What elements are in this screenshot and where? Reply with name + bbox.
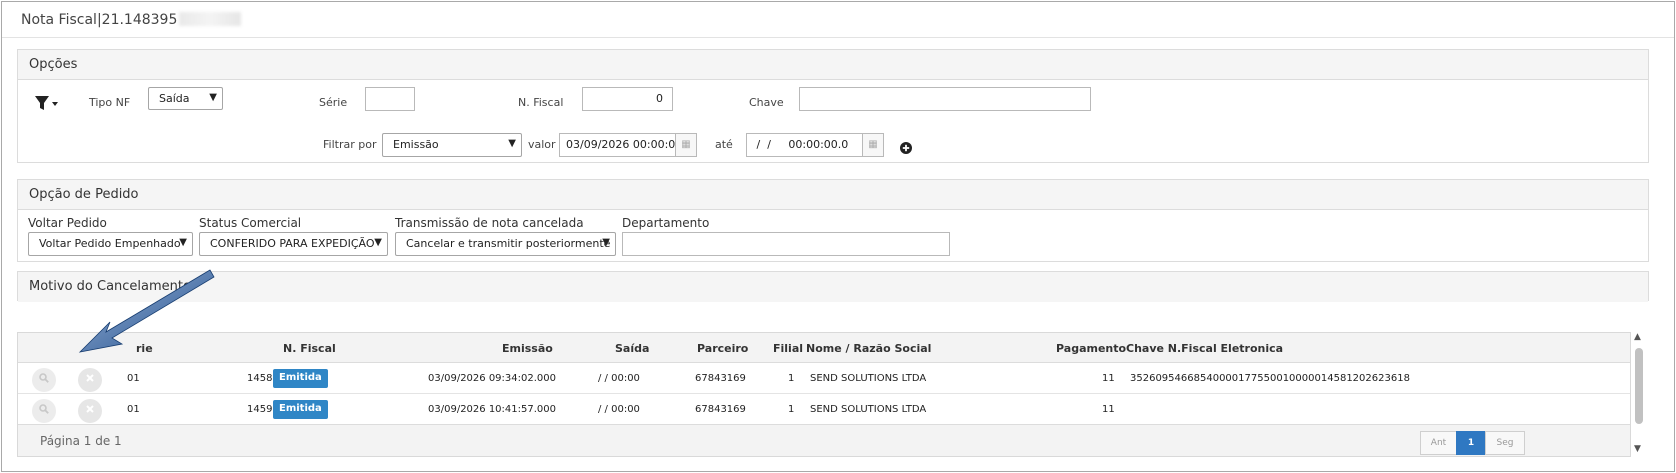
cell-nome: SEND SOLUTIONS LTDA	[810, 373, 927, 384]
col-nome[interactable]: Nome / Razão Social	[806, 342, 931, 355]
voltar-pedido-label: Voltar Pedido	[28, 216, 107, 230]
chave-input[interactable]	[799, 87, 1091, 111]
cell-serie: 01	[127, 373, 140, 384]
voltar-pedido-value: Voltar Pedido Empenhado	[39, 237, 181, 250]
notas-grid: rie N. Fiscal Emissão Saída Parceiro Fil…	[17, 332, 1631, 457]
chevron-down-icon: ▼	[179, 237, 187, 248]
tipo-nf-select[interactable]: Saída ▼	[148, 87, 223, 110]
filtrar-por-value: Emissão	[393, 138, 439, 151]
cell-parceiro: 67843169	[695, 373, 746, 384]
filtrar-por-label: Filtrar por	[323, 138, 377, 151]
cell-filial: 1	[788, 404, 795, 415]
table-row[interactable]: 01 1458 Emitida 03/09/2026 09:34:02.000 …	[18, 363, 1630, 394]
chevron-down-icon: ▼	[508, 138, 516, 149]
voltar-pedido-select[interactable]: Voltar Pedido Empenhado ▼	[28, 232, 193, 256]
page-1-button[interactable]: 1	[1456, 431, 1486, 455]
filter-icon[interactable]	[34, 94, 60, 112]
grid-footer: Página 1 de 1 Ant 1 Seg	[18, 424, 1630, 456]
grid-header: rie N. Fiscal Emissão Saída Parceiro Fil…	[18, 333, 1630, 363]
cancel-button[interactable]	[78, 399, 102, 423]
chave-label: Chave	[749, 96, 784, 109]
cell-pagamento: 11	[1102, 404, 1115, 415]
cell-serie: 01	[127, 404, 140, 415]
opcoes-header: Opções	[18, 50, 1648, 80]
close-icon	[86, 405, 94, 413]
grid-scrollbar[interactable]: ▲ ▼	[1633, 332, 1645, 457]
cell-saida: / / 00:00	[598, 373, 640, 384]
col-parceiro[interactable]: Parceiro	[697, 342, 748, 355]
status-comercial-value: CONFERIDO PARA EXPEDIÇÃO	[210, 237, 375, 250]
cell-emissao: 03/09/2026 09:34:02.000	[428, 373, 556, 384]
search-icon	[39, 404, 49, 414]
cell-saida: / / 00:00	[598, 404, 640, 415]
view-button[interactable]	[32, 368, 56, 392]
scroll-down-icon[interactable]: ▼	[1634, 444, 1641, 454]
col-emissao[interactable]: Emissão	[502, 342, 553, 355]
transmissao-value: Cancelar e transmitir posteriormente	[406, 237, 611, 250]
departamento-input[interactable]	[622, 232, 950, 256]
window-frame: Nota Fiscal|21.148395 Opções Tipo NF Saí…	[1, 1, 1675, 472]
page-info: Página 1 de 1	[40, 434, 122, 448]
n-fiscal-label: N. Fiscal	[518, 96, 564, 109]
search-icon	[39, 373, 49, 383]
title-bar: Nota Fiscal|21.148395	[2, 2, 1674, 38]
valor-label: valor	[528, 138, 556, 151]
view-button[interactable]	[32, 399, 56, 423]
window-title-text: Nota Fiscal|21.148395	[21, 12, 178, 28]
status-comercial-select[interactable]: CONFERIDO PARA EXPEDIÇÃO ▼	[199, 232, 388, 256]
n-fiscal-input[interactable]: 0	[582, 87, 673, 111]
chevron-down-icon: ▼	[602, 237, 610, 248]
calendar-icon[interactable]: ▦	[862, 133, 884, 157]
transmissao-select[interactable]: Cancelar e transmitir posteriormente ▼	[395, 232, 616, 256]
prev-page-button[interactable]: Ant	[1420, 431, 1457, 455]
cell-n-fiscal: 1458	[247, 373, 273, 384]
serie-input[interactable]	[365, 87, 415, 111]
opcao-pedido-panel: Opção de Pedido Voltar Pedido Voltar Ped…	[17, 179, 1649, 262]
scroll-up-icon[interactable]: ▲	[1634, 332, 1641, 342]
cell-chave: 3526095466854000017755001000001458120262…	[1130, 373, 1410, 384]
tipo-nf-label: Tipo NF	[89, 96, 131, 109]
opcoes-panel: Opções Tipo NF Saída ▼ Série N. Fiscal 0…	[17, 49, 1649, 163]
col-pagamento[interactable]: Pagamento	[1056, 342, 1126, 355]
cancel-button[interactable]	[78, 368, 102, 392]
scroll-thumb[interactable]	[1635, 348, 1643, 424]
departamento-label: Departamento	[622, 216, 710, 230]
col-n-fiscal[interactable]: N. Fiscal	[283, 342, 336, 355]
cell-filial: 1	[788, 373, 795, 384]
window-title: Nota Fiscal|21.148395	[21, 12, 242, 28]
cell-nome: SEND SOLUTIONS LTDA	[810, 404, 927, 415]
col-chave[interactable]: Chave N.Fiscal Eletronica	[1126, 342, 1283, 355]
serie-label: Série	[319, 96, 348, 109]
cell-emissao: 03/09/2026 10:41:57.000	[428, 404, 556, 415]
motivo-header: Motivo do Cancelamento	[18, 272, 1648, 302]
annotation-arrow-icon	[78, 269, 215, 353]
col-saida[interactable]: Saída	[615, 342, 649, 355]
status-comercial-label: Status Comercial	[199, 216, 302, 230]
col-filial[interactable]: Filial	[773, 342, 803, 355]
table-row[interactable]: 01 1459 Emitida 03/09/2026 10:41:57.000 …	[18, 394, 1630, 425]
status-badge: Emitida	[273, 400, 328, 419]
tipo-nf-value: Saída	[159, 92, 190, 105]
redacted-text	[179, 12, 242, 26]
close-icon	[86, 374, 94, 382]
cell-n-fiscal: 1459	[247, 404, 273, 415]
status-badge: Emitida	[273, 369, 328, 388]
opcao-pedido-header: Opção de Pedido	[18, 180, 1648, 210]
next-page-button[interactable]: Seg	[1485, 431, 1525, 455]
motivo-panel: Motivo do Cancelamento	[17, 271, 1649, 302]
ate-input[interactable]: / / 00:00:00.0	[746, 133, 863, 157]
cell-pagamento: 11	[1102, 373, 1115, 384]
plus-circle-icon[interactable]	[900, 139, 912, 154]
chevron-down-icon: ▼	[374, 237, 382, 248]
calendar-icon[interactable]: ▦	[675, 133, 697, 157]
cell-parceiro: 67843169	[695, 404, 746, 415]
transmissao-label: Transmissão de nota cancelada	[395, 216, 584, 230]
filtrar-por-select[interactable]: Emissão ▼	[382, 133, 522, 157]
ate-label: até	[715, 138, 733, 151]
chevron-down-icon: ▼	[209, 92, 217, 103]
valor-input[interactable]: 03/09/2026 00:00:0	[559, 133, 676, 157]
